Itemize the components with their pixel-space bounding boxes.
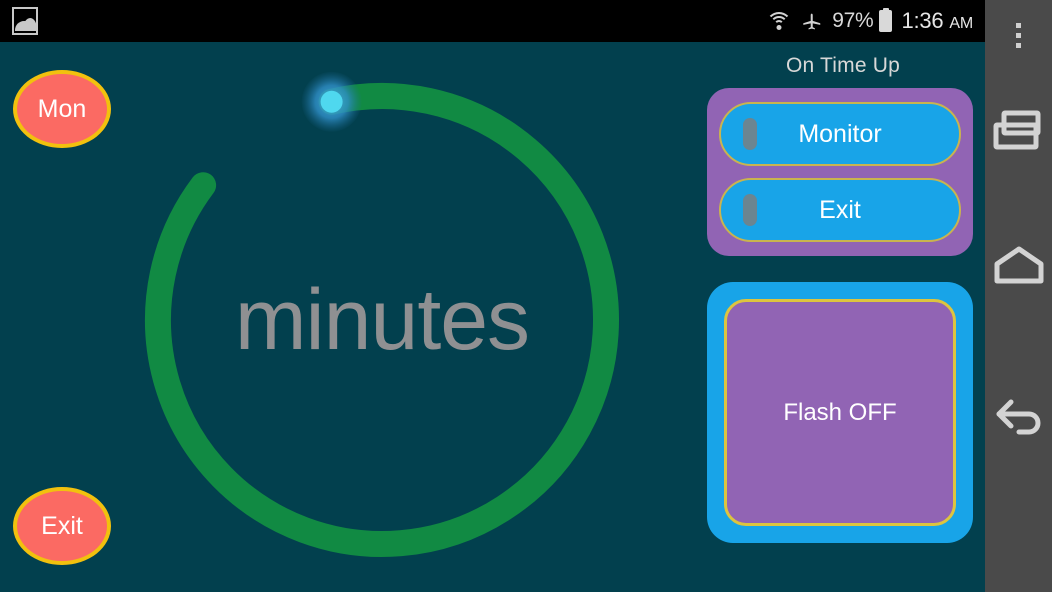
option-exit-label: Exit (819, 195, 861, 224)
device-screen: 97% 1:36 AM Mon Exit minutes On Time Up … (0, 0, 1052, 592)
dial-arc-svg[interactable] (120, 64, 644, 576)
clock-time: 1:36 (901, 8, 944, 33)
on-time-up-options-panel: Monitor Exit (707, 88, 973, 256)
dial-progress-arc (145, 83, 619, 557)
android-navigation-bar (985, 0, 1052, 592)
right-control-column: On Time Up Monitor Exit Flash OFF (707, 54, 979, 584)
day-button-mon[interactable]: Mon (13, 70, 111, 148)
exit-button[interactable]: Exit (13, 487, 111, 565)
option-exit[interactable]: Exit (719, 178, 961, 242)
flash-toggle-label: Flash OFF (783, 398, 897, 426)
dial-thumb-handle[interactable] (320, 90, 343, 113)
option-monitor-label: Monitor (798, 119, 882, 148)
flash-toggle-inner[interactable]: Flash OFF (724, 299, 956, 526)
exit-button-label: Exit (41, 511, 83, 540)
status-bar-right-cluster: 97% 1:36 AM (766, 8, 973, 34)
wifi-icon (766, 11, 793, 31)
home-icon[interactable] (985, 190, 1052, 340)
gallery-image-icon (12, 7, 38, 35)
overflow-menu-icon[interactable] (985, 0, 1052, 70)
option-monitor[interactable]: Monitor (719, 102, 961, 166)
timer-app-canvas: Mon Exit minutes On Time Up Monitor Exit… (0, 42, 985, 592)
airplane-mode-icon (803, 13, 821, 30)
battery-percent-label: 97% (832, 9, 874, 32)
clock-ampm: AM (949, 15, 973, 32)
recents-icon[interactable] (985, 70, 1052, 190)
flash-toggle-panel[interactable]: Flash OFF (707, 282, 973, 543)
android-status-bar: 97% 1:36 AM (0, 0, 985, 42)
circular-timer-dial[interactable]: minutes (120, 64, 644, 576)
battery-full-icon (879, 10, 893, 32)
radio-indicator-icon (743, 194, 757, 226)
day-button-label: Mon (37, 94, 87, 123)
back-icon[interactable] (985, 340, 1052, 490)
on-time-up-title: On Time Up (785, 54, 901, 77)
status-bar-clock: 1:36 AM (901, 8, 973, 34)
radio-indicator-icon (743, 118, 757, 150)
